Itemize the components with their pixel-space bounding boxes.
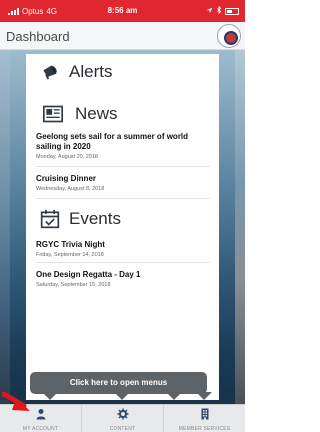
building-icon: [201, 408, 208, 420]
event-item-title: RGYC Trivia Night: [36, 240, 105, 249]
tooltip-pointer: [114, 392, 130, 400]
location-icon: [206, 7, 213, 16]
news-item-date: Wednesday, August 8, 2018: [36, 186, 105, 192]
battery-icon: [225, 7, 239, 15]
news-item[interactable]: Cruising Dinner Wednesday, August 8, 201…: [36, 174, 210, 192]
bluetooth-icon: [216, 5, 222, 16]
app-header: Dashboard: [0, 22, 245, 50]
divider: [36, 198, 210, 199]
status-bar: Optus 4G 8:56 am: [0, 0, 245, 22]
event-item-date: Friday, September 14, 2018: [36, 252, 104, 258]
events-header[interactable]: Events: [40, 209, 121, 229]
tab-label: MY ACCOUNT: [22, 426, 59, 432]
dashboard-card: Alerts News Geelong sets sail for a summ…: [26, 54, 219, 400]
tooltip-pointer: [196, 392, 212, 400]
news-item-title: Cruising Dinner: [36, 174, 97, 183]
event-item[interactable]: One Design Regatta - Day 1 Saturday, Sep…: [36, 270, 210, 288]
tooltip-pointer: [42, 392, 58, 400]
tab-label: MEMBER SERVICES: [178, 426, 231, 432]
background-left-strip: [0, 50, 10, 432]
news-item-title: Geelong sets sail for a summer of world …: [36, 132, 189, 151]
news-item-date: Monday, August 20, 2018: [36, 154, 98, 160]
bottom-tab-bar: MY ACCOUNT CONTENT MEMBER SERVICES: [0, 404, 245, 432]
club-logo[interactable]: [217, 24, 241, 48]
event-item[interactable]: RGYC Trivia Night Friday, September 14, …: [36, 240, 210, 258]
background-right-strip: [235, 50, 245, 432]
page-title: Dashboard: [6, 29, 70, 44]
tab-content[interactable]: CONTENT: [81, 405, 163, 432]
events-label: Events: [69, 209, 121, 228]
calendar-check-icon: [40, 209, 60, 229]
event-item-date: Saturday, September 15, 2018: [36, 282, 111, 288]
alerts-header[interactable]: Alerts: [40, 62, 112, 82]
status-indicators: [206, 5, 239, 16]
news-header[interactable]: News: [40, 104, 118, 124]
person-icon: [36, 409, 45, 420]
gear-icon: [117, 408, 128, 420]
newspaper-icon: [43, 105, 63, 123]
tab-member-services[interactable]: MEMBER SERVICES: [163, 405, 245, 432]
menu-tooltip[interactable]: Click here to open menus: [30, 372, 207, 400]
divider: [36, 166, 210, 167]
alerts-label: Alerts: [69, 62, 113, 81]
event-item-title: One Design Regatta - Day 1: [36, 270, 141, 279]
annotation-arrow-icon: [2, 392, 30, 411]
megaphone-icon: [43, 65, 57, 80]
news-label: News: [75, 104, 118, 123]
divider: [36, 262, 210, 263]
tab-label: CONTENT: [109, 426, 136, 432]
news-item[interactable]: Geelong sets sail for a summer of world …: [36, 132, 210, 160]
